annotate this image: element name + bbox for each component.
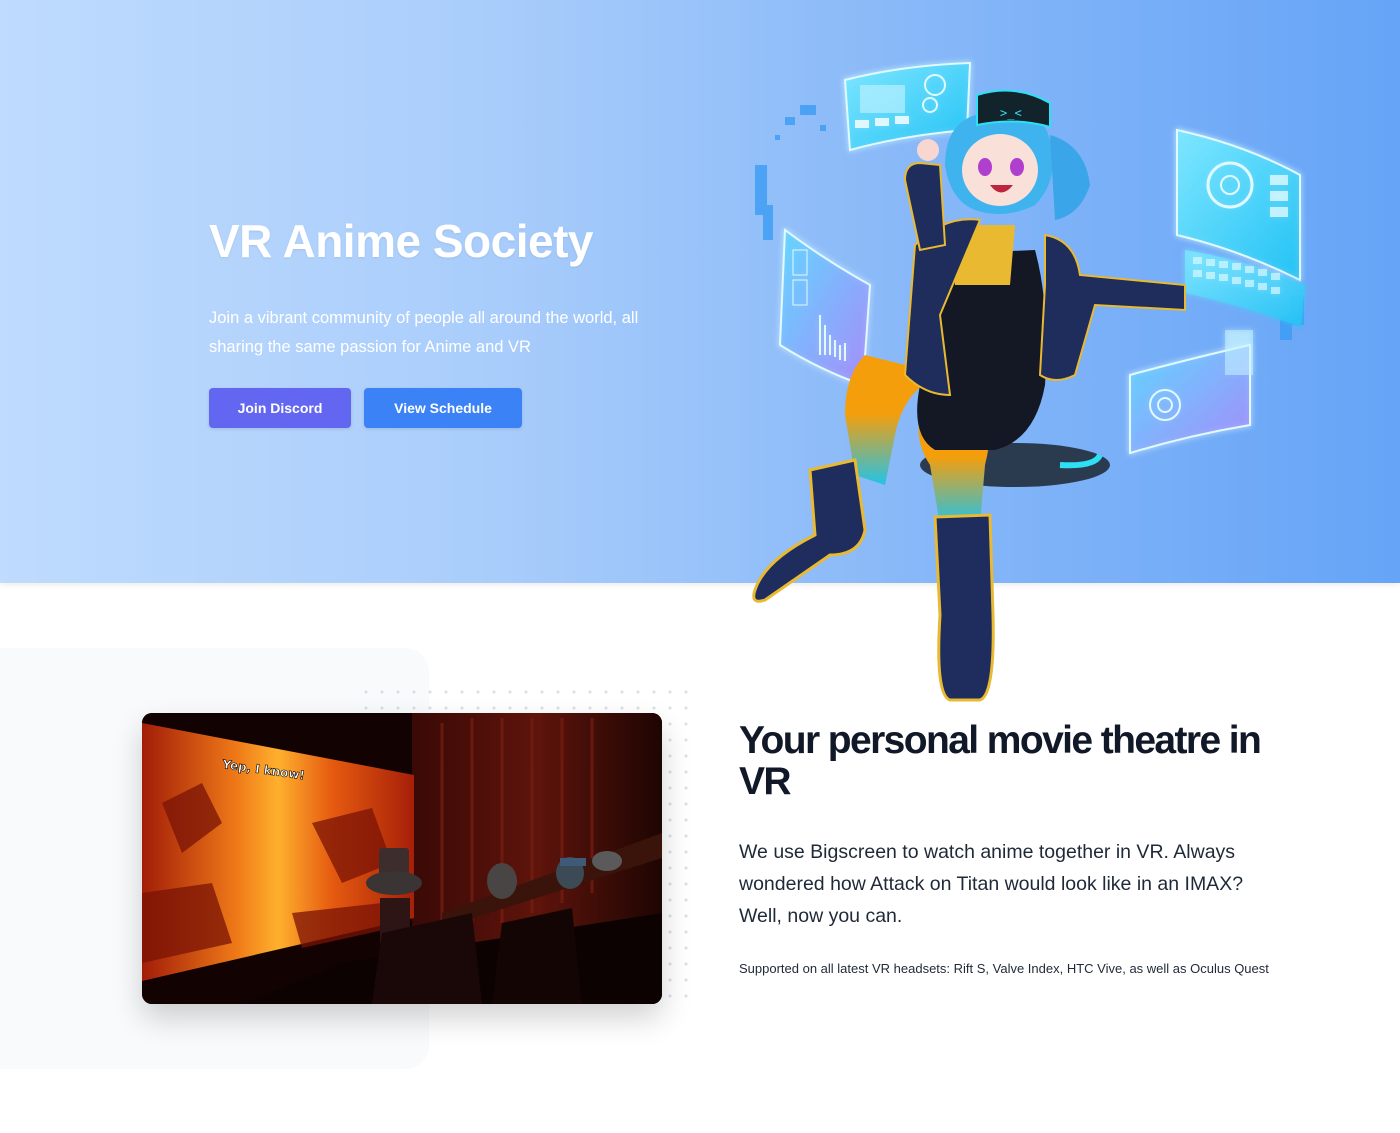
feature-title: Your personal movie theatre in VR [739,719,1262,803]
hero-description: Join a vibrant community of people all a… [209,309,639,356]
hero-illustration: >_< [745,55,1325,710]
join-discord-button[interactable]: Join Discord [209,388,351,428]
raised-arm [903,161,947,252]
vr-theatre-screenshot: Yep, I know! [142,713,662,1004]
supported-headsets-note: Supported on all latest VR headsets: Rif… [739,961,1269,976]
feature-description: We use Bigscreen to watch anime together… [739,841,1244,927]
hero-title: VR Anime Society [209,215,593,267]
hologram-panel-left [778,228,872,387]
bigscreen-theatre-image: Yep, I know! [142,713,662,1004]
hologram-panel-bottom-right [1129,330,1253,455]
view-schedule-button[interactable]: View Schedule [364,388,522,428]
left-boot [752,458,867,603]
svg-text:>_<: >_< [1000,106,1022,120]
anime-vr-girl-image: >_< [752,61,1305,702]
right-boot [933,513,995,702]
